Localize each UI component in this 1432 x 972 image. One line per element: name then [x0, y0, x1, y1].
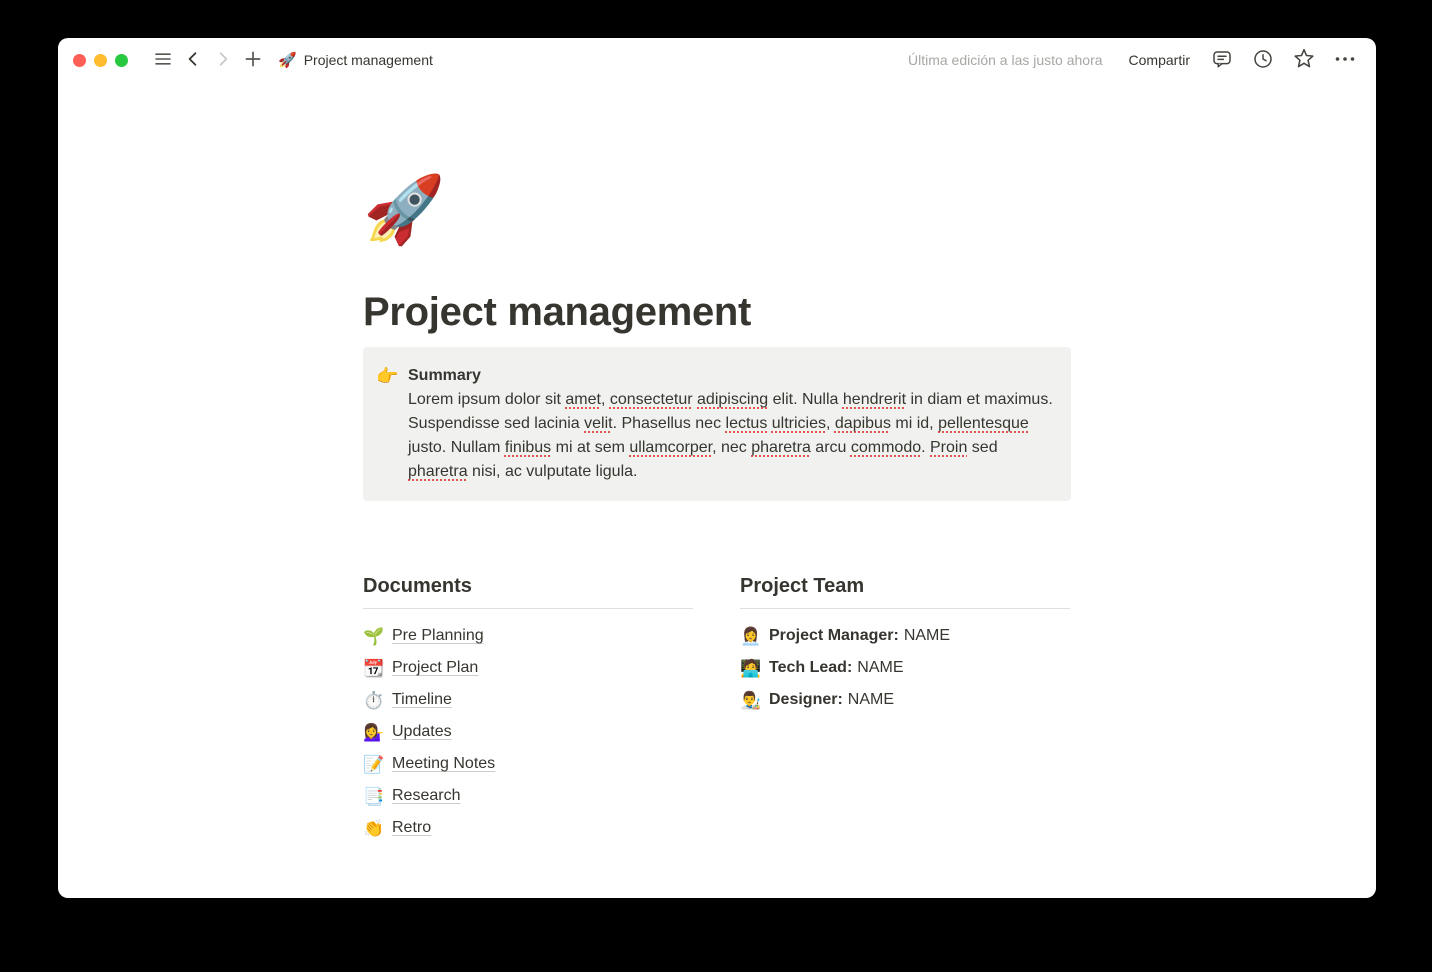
hamburger-icon — [153, 49, 173, 72]
misspelled-word: adipiscing — [697, 391, 768, 408]
stopwatch-icon: ⏱️ — [363, 692, 385, 709]
doc-label: Project Plan — [392, 659, 478, 677]
misspelled-word: velit — [584, 415, 612, 432]
misspelled-word: Proin — [930, 439, 967, 456]
clock-icon — [1252, 48, 1274, 73]
rocket-icon: 🚀 — [278, 53, 297, 68]
misspelled-word: pellentesque — [938, 415, 1029, 432]
misspelled-word: pharetra — [408, 463, 468, 480]
calendar-icon: 📆 — [363, 660, 385, 677]
doc-label: Meeting Notes — [392, 755, 495, 773]
misspelled-word: commodo — [851, 439, 921, 456]
doc-link-research[interactable]: 📑 Research — [363, 780, 693, 812]
comments-button[interactable] — [1209, 47, 1235, 73]
titlebar-nav — [150, 47, 266, 73]
summary-callout[interactable]: 👉 Summary Lorem ipsum dolor sit amet, co… — [363, 347, 1071, 501]
page-scroll-area: 🚀 Project management 👉 Summary Lorem ips… — [58, 170, 1376, 898]
team-name: NAME — [848, 691, 894, 709]
back-button[interactable] — [180, 47, 206, 73]
doc-label: Updates — [392, 723, 452, 741]
breadcrumb-tab[interactable]: 🚀 Project management — [272, 49, 439, 71]
misspelled-word: finibus — [505, 439, 551, 456]
close-window-button[interactable] — [73, 54, 86, 67]
technologist-icon: 🧑‍💻 — [740, 660, 762, 677]
plus-icon — [243, 49, 263, 72]
misspelled-word: ultricies — [772, 415, 826, 432]
favorite-button[interactable] — [1291, 47, 1317, 73]
pointing-finger-icon: 👉 — [376, 364, 401, 388]
page-icon-rocket[interactable]: 🚀 — [363, 170, 441, 248]
project-team-heading: Project Team — [740, 573, 1070, 599]
team-row-tech-lead: 🧑‍💻 Tech Lead: NAME — [740, 652, 1070, 684]
titlebar: 🚀 Project management Última edición a la… — [58, 38, 1376, 78]
artist-icon: 👨‍🎨 — [740, 692, 762, 709]
tab-title: Project management — [304, 52, 433, 68]
documents-divider — [363, 608, 693, 609]
chevron-right-icon — [213, 49, 233, 72]
doc-link-updates[interactable]: 💁‍♀️ Updates — [363, 716, 693, 748]
person-tipping-hand-icon: 💁‍♀️ — [363, 724, 385, 741]
misspelled-word: dapibus — [835, 415, 891, 432]
ellipsis-icon — [1333, 48, 1357, 73]
forward-button[interactable] — [210, 47, 236, 73]
window-controls — [73, 54, 128, 67]
callout-content: Summary Lorem ipsum dolor sit amet, cons… — [408, 364, 1055, 484]
team-row-designer: 👨‍🎨 Designer: NAME — [740, 684, 1070, 716]
page-body: 🚀 Project management 👉 Summary Lorem ips… — [363, 170, 1071, 844]
misspelled-word: pharetra — [751, 439, 811, 456]
history-button[interactable] — [1250, 47, 1276, 73]
team-list: 👩‍💼 Project Manager: NAME 🧑‍💻 Tech Lead:… — [740, 620, 1070, 716]
doc-label: Timeline — [392, 691, 452, 709]
project-team-divider — [740, 608, 1070, 609]
team-role: Tech Lead: — [769, 659, 852, 677]
doc-label: Retro — [392, 819, 431, 837]
memo-icon: 📝 — [363, 756, 385, 773]
comment-bubble-icon — [1211, 48, 1233, 73]
team-name: NAME — [857, 659, 903, 677]
minimize-window-button[interactable] — [94, 54, 107, 67]
callout-body: Lorem ipsum dolor sit amet, consectetur … — [408, 388, 1055, 484]
star-icon — [1293, 48, 1315, 73]
team-name: NAME — [904, 627, 950, 645]
page-title[interactable]: Project management — [363, 288, 1071, 336]
zoom-window-button[interactable] — [115, 54, 128, 67]
documents-heading: Documents — [363, 573, 693, 599]
misspelled-word: amet — [565, 391, 601, 408]
doc-link-timeline[interactable]: ⏱️ Timeline — [363, 684, 693, 716]
share-button[interactable]: Compartir — [1125, 49, 1194, 71]
team-role: Designer: — [769, 691, 843, 709]
app-window: 🚀 Project management Última edición a la… — [58, 38, 1376, 898]
titlebar-actions: Última edición a las justo ahora Compart… — [908, 47, 1358, 73]
team-role: Project Manager: — [769, 627, 899, 645]
project-team-column: Project Team 👩‍💼 Project Manager: NAME 🧑… — [740, 573, 1070, 844]
bookmark-tabs-icon: 📑 — [363, 788, 385, 805]
doc-link-project-plan[interactable]: 📆 Project Plan — [363, 652, 693, 684]
doc-link-retro[interactable]: 👏 Retro — [363, 812, 693, 844]
doc-link-pre-planning[interactable]: 🌱 Pre Planning — [363, 620, 693, 652]
misspelled-word: ullamcorper — [629, 439, 712, 456]
new-tab-button[interactable] — [240, 47, 266, 73]
last-edited-label: Última edición a las justo ahora — [908, 52, 1103, 68]
more-options-button[interactable] — [1332, 47, 1358, 73]
seedling-icon: 🌱 — [363, 628, 385, 645]
doc-link-meeting-notes[interactable]: 📝 Meeting Notes — [363, 748, 693, 780]
documents-list: 🌱 Pre Planning 📆 Project Plan ⏱️ Timelin… — [363, 620, 693, 844]
misspelled-word: hendrerit — [843, 391, 906, 408]
doc-label: Research — [392, 787, 460, 805]
chevron-left-icon — [183, 49, 203, 72]
callout-title: Summary — [408, 364, 1055, 388]
misspelled-word: consectetur — [610, 391, 693, 408]
office-worker-icon: 👩‍💼 — [740, 628, 762, 645]
clapping-hands-icon: 👏 — [363, 820, 385, 837]
team-row-project-manager: 👩‍💼 Project Manager: NAME — [740, 620, 1070, 652]
documents-column: Documents 🌱 Pre Planning 📆 Project Plan … — [363, 573, 693, 844]
two-column-section: Documents 🌱 Pre Planning 📆 Project Plan … — [363, 573, 1071, 844]
sidebar-toggle-button[interactable] — [150, 47, 176, 73]
doc-label: Pre Planning — [392, 627, 484, 645]
misspelled-word: lectus — [726, 415, 768, 432]
